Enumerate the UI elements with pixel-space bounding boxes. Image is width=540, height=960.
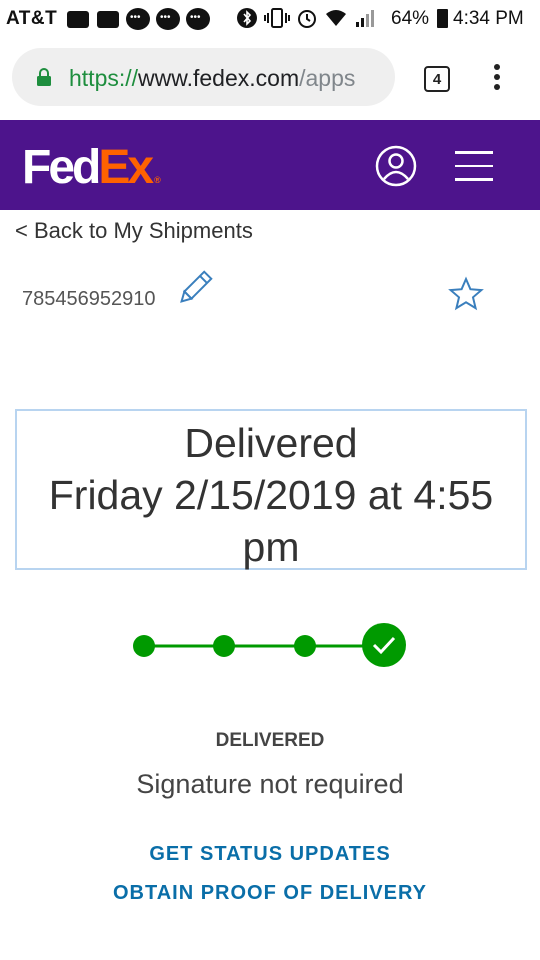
- carrier-name: AT&T: [6, 8, 58, 29]
- progress-step: [213, 635, 235, 657]
- progress-step-final: [362, 623, 406, 667]
- alarm-icon: [298, 10, 316, 28]
- chat-icon: [156, 7, 180, 31]
- battery-icon: [437, 9, 448, 28]
- signal-icon: [356, 10, 374, 27]
- obtain-proof-of-delivery-link[interactable]: OBTAIN PROOF OF DELIVERY: [0, 882, 540, 905]
- notification-icons: [66, 7, 210, 31]
- star-icon[interactable]: [448, 276, 484, 312]
- delivery-date: Friday 2/15/2019 at 4:55: [48, 472, 494, 518]
- back-to-shipments-link[interactable]: < Back to My Shipments: [15, 218, 253, 244]
- tracking-number: 785456952910: [22, 288, 156, 310]
- logo-ex: Ex: [98, 141, 154, 194]
- tab-switcher-button[interactable]: 4: [424, 66, 450, 92]
- shipment-progress-bar: [133, 623, 406, 667]
- get-status-updates-link[interactable]: GET STATUS UPDATES: [0, 843, 540, 866]
- bluetooth-icon: [237, 8, 257, 28]
- delivery-status-box: Delivered Friday 2/15/2019 at 4:55 pm: [15, 409, 527, 570]
- system-icons: [236, 7, 376, 29]
- url-scheme: https://: [69, 65, 139, 91]
- delivery-time-suffix: pm: [242, 524, 300, 570]
- address-bar[interactable]: https://www.fedex.com/apps: [12, 48, 395, 106]
- vibrate-icon: [264, 8, 290, 28]
- progress-step: [294, 635, 316, 657]
- status-heading: Delivered: [184, 420, 358, 466]
- logo-fed: Fed: [22, 141, 101, 194]
- progress-step: [133, 635, 155, 657]
- browser-menu-icon[interactable]: [490, 64, 504, 94]
- status-label: DELIVERED: [215, 730, 325, 751]
- music-icon: [96, 7, 120, 31]
- lock-icon: [37, 68, 51, 86]
- profile-icon[interactable]: [375, 145, 417, 187]
- url-host: www.fedex.com: [138, 65, 300, 91]
- pencil-icon[interactable]: [175, 268, 215, 308]
- clock: 4:34 PM: [453, 8, 524, 29]
- status-bar: AT&T 64% 4:34 PM: [0, 0, 540, 38]
- wifi-icon: [326, 10, 346, 26]
- keyboard-icon: [66, 7, 90, 31]
- hamburger-icon[interactable]: [455, 151, 493, 181]
- browser-toolbar: https://www.fedex.com/apps 4: [0, 38, 540, 120]
- url-path: /apps: [299, 65, 356, 91]
- logo-registered-mark: ®: [154, 175, 161, 185]
- fedex-logo[interactable]: FedEx ®: [22, 140, 161, 195]
- signature-info: Signature not required: [136, 769, 404, 799]
- url-text[interactable]: https://www.fedex.com/apps: [69, 65, 355, 92]
- chat-icon: [126, 7, 150, 31]
- battery-percent: 64%: [391, 8, 430, 29]
- site-header: FedEx ®: [0, 120, 540, 210]
- chat-icon: [186, 7, 210, 31]
